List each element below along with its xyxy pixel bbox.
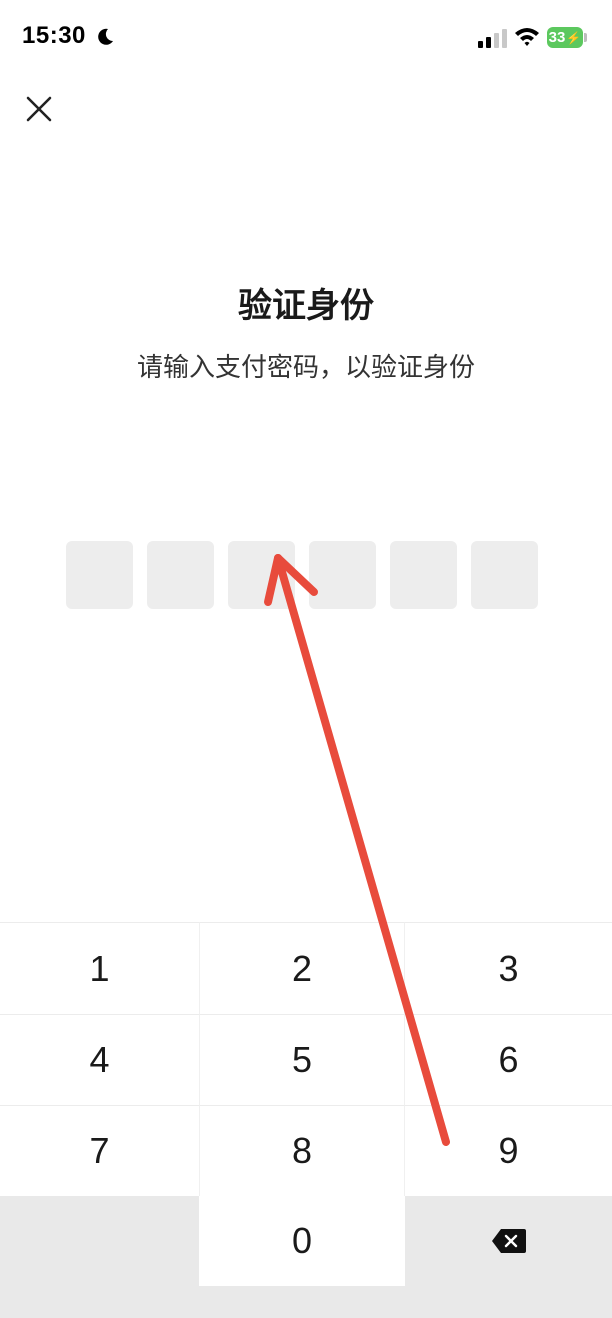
pin-box[interactable] — [390, 541, 457, 609]
signal-icon — [478, 29, 507, 48]
pin-box[interactable] — [147, 541, 214, 609]
backspace-icon — [491, 1229, 526, 1253]
key-9[interactable]: 9 — [405, 1105, 612, 1196]
numeric-keypad: 1 2 3 4 5 6 7 8 9 0 — [0, 922, 612, 1318]
pin-box[interactable] — [228, 541, 295, 609]
battery-indicator: 33 ⚡ — [547, 27, 583, 48]
pin-input[interactable] — [66, 541, 538, 609]
charging-bolt-icon: ⚡ — [566, 30, 582, 45]
pin-box[interactable] — [471, 541, 538, 609]
key-3[interactable]: 3 — [405, 922, 612, 1014]
battery-level: 33 — [548, 29, 566, 46]
key-1[interactable]: 1 — [0, 922, 199, 1014]
backspace-button[interactable] — [405, 1196, 612, 1286]
moon-icon — [98, 28, 113, 45]
status-time: 15:30 — [22, 22, 86, 49]
key-0[interactable]: 0 — [199, 1196, 405, 1286]
key-2[interactable]: 2 — [199, 922, 405, 1014]
key-7[interactable]: 7 — [0, 1105, 199, 1196]
key-5[interactable]: 5 — [199, 1014, 405, 1105]
key-8[interactable]: 8 — [199, 1105, 405, 1196]
key-6[interactable]: 6 — [405, 1014, 612, 1105]
key-4[interactable]: 4 — [0, 1014, 199, 1105]
page-title: 验证身份 — [238, 286, 374, 326]
battery-cap — [584, 33, 587, 42]
pin-box[interactable] — [309, 541, 376, 609]
wifi-icon — [515, 28, 539, 46]
close-icon[interactable] — [20, 90, 58, 128]
status-bar: 15:30 33 ⚡ — [0, 0, 612, 76]
page-subtitle: 请输入支付密码，以验证身份 — [136, 353, 475, 383]
pin-box[interactable] — [66, 541, 133, 609]
